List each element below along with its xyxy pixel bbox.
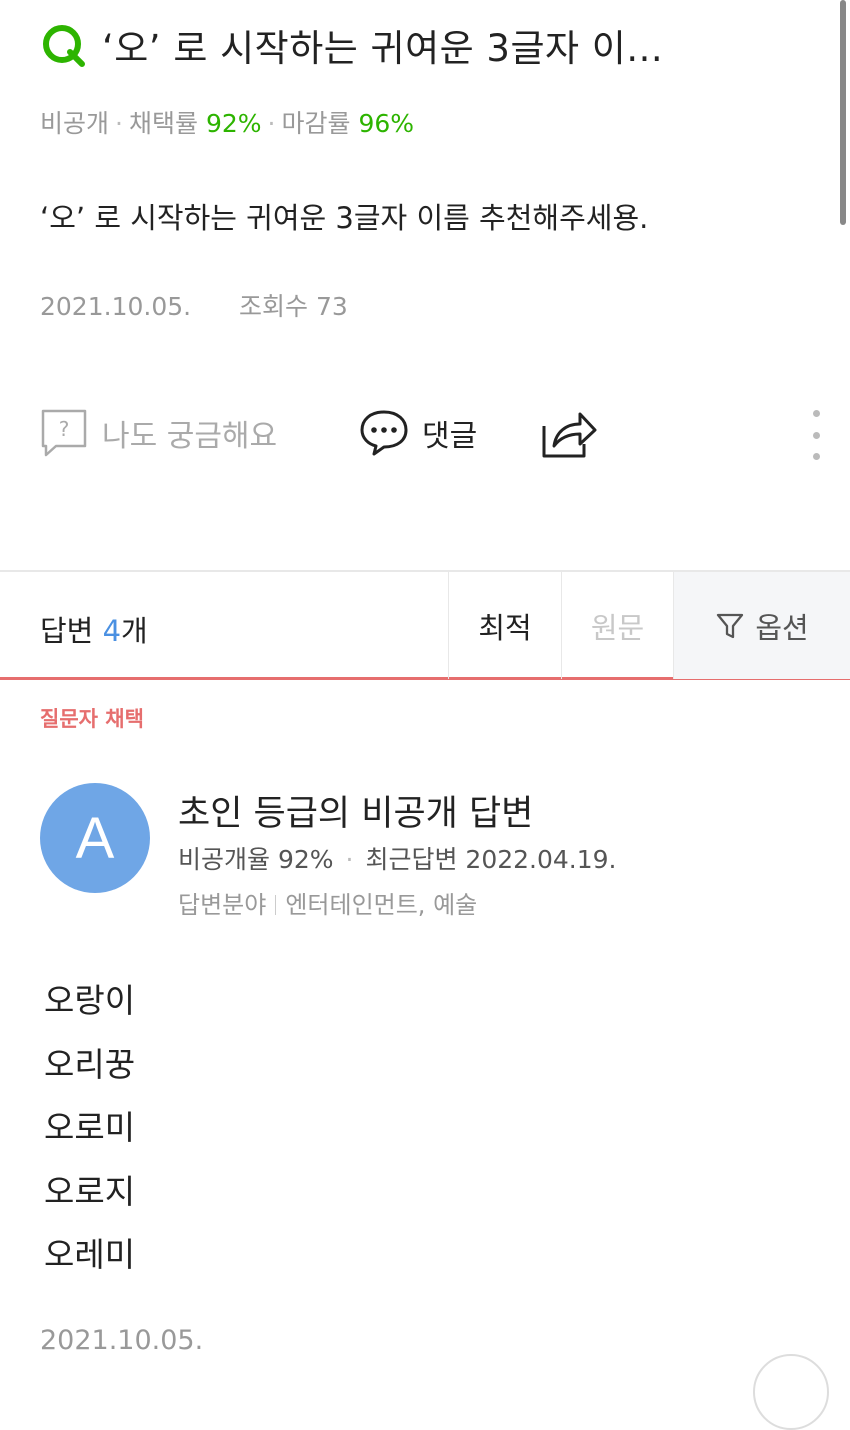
answers-count-unit: 개 — [121, 614, 148, 648]
tab-option[interactable]: 옵션 — [673, 572, 850, 679]
private-rate: 비공개율 92% — [178, 845, 334, 874]
comment-label: 댓글 — [422, 419, 478, 454]
answerer-stats: 비공개율 92% · 최근답변 2022.04.19. — [178, 845, 617, 874]
answer-line: 오로지 — [44, 1171, 136, 1211]
curious-button[interactable]: ? 나도 궁금해요 — [40, 408, 277, 458]
question-body: ‘오’ 로 시작하는 귀여운 3글자 이름 추천해주세용. — [40, 201, 649, 235]
answer-line: 오리꿍 — [44, 1044, 136, 1084]
svg-text:?: ? — [59, 417, 70, 441]
field-divider — [275, 895, 277, 915]
answer-field: 답변분야 엔터테인먼트, 예술 — [178, 885, 477, 920]
comment-button[interactable]: 댓글 — [358, 408, 477, 458]
recent-answer: 최근답변 2022.04.19. — [365, 845, 617, 874]
more-vertical-icon[interactable] — [806, 410, 826, 460]
tab-best[interactable]: 최적 — [448, 572, 561, 679]
filter-icon — [717, 613, 744, 638]
adoption-rate-label: 채택률 — [128, 109, 198, 138]
share-icon — [542, 412, 597, 458]
answer-line: 오레미 — [44, 1235, 136, 1274]
answer-field-label: 답변분야 — [178, 891, 267, 919]
answers-bar: 답변 4개 최적 원문 옵션 — [0, 570, 850, 680]
question-header: ‘오’ 로 시작하는 귀여운 3글자 이... — [40, 18, 790, 72]
question-info: 2021.10.05. 조회수 73 — [40, 287, 348, 323]
close-rate-value: 96% — [358, 109, 415, 138]
adoption-rate-value: 92% — [205, 109, 262, 138]
question-meta: 비공개 · 채택률 92% · 마감률 96% — [40, 109, 415, 138]
scrollbar[interactable] — [840, 0, 846, 225]
floating-button[interactable] — [753, 1354, 829, 1430]
answer-line: 오로미 — [44, 1108, 136, 1147]
question-badge-icon — [43, 25, 85, 67]
accepted-badge: 질문자 채택 — [40, 707, 144, 731]
curious-label: 나도 궁금해요 — [102, 419, 278, 454]
answer-date: 2021.10.05. — [40, 1325, 204, 1356]
answer-field-value: 엔터테인먼트, 예술 — [285, 891, 478, 919]
answers-count-number: 4 — [102, 614, 122, 648]
share-button[interactable] — [540, 406, 598, 460]
question-title: ‘오’ 로 시작하는 귀여운 3글자 이... — [102, 27, 664, 70]
avatar[interactable]: A — [40, 783, 150, 893]
visibility-label: 비공개 — [40, 109, 110, 138]
view-count: 조회수 73 — [239, 292, 348, 321]
question-date: 2021.10.05. — [40, 292, 192, 321]
tab-option-label: 옵션 — [755, 610, 809, 645]
close-rate-label: 마감률 — [281, 109, 351, 138]
answer-body: 오랑이 오리꿍 오로미 오로지 오레미 — [44, 980, 135, 1298]
answers-label: 답변 — [40, 614, 94, 648]
action-bar: ? 나도 궁금해요 댓글 — [40, 400, 820, 470]
tab-origin[interactable]: 원문 — [561, 572, 673, 679]
answerer-name[interactable]: 초인 등급의 비공개 답변 — [178, 785, 533, 836]
question-bubble-icon: ? — [41, 409, 87, 457]
answer-line: 오랑이 — [44, 981, 136, 1020]
answers-count: 답변 4개 — [40, 608, 148, 650]
comment-icon — [360, 410, 408, 456]
